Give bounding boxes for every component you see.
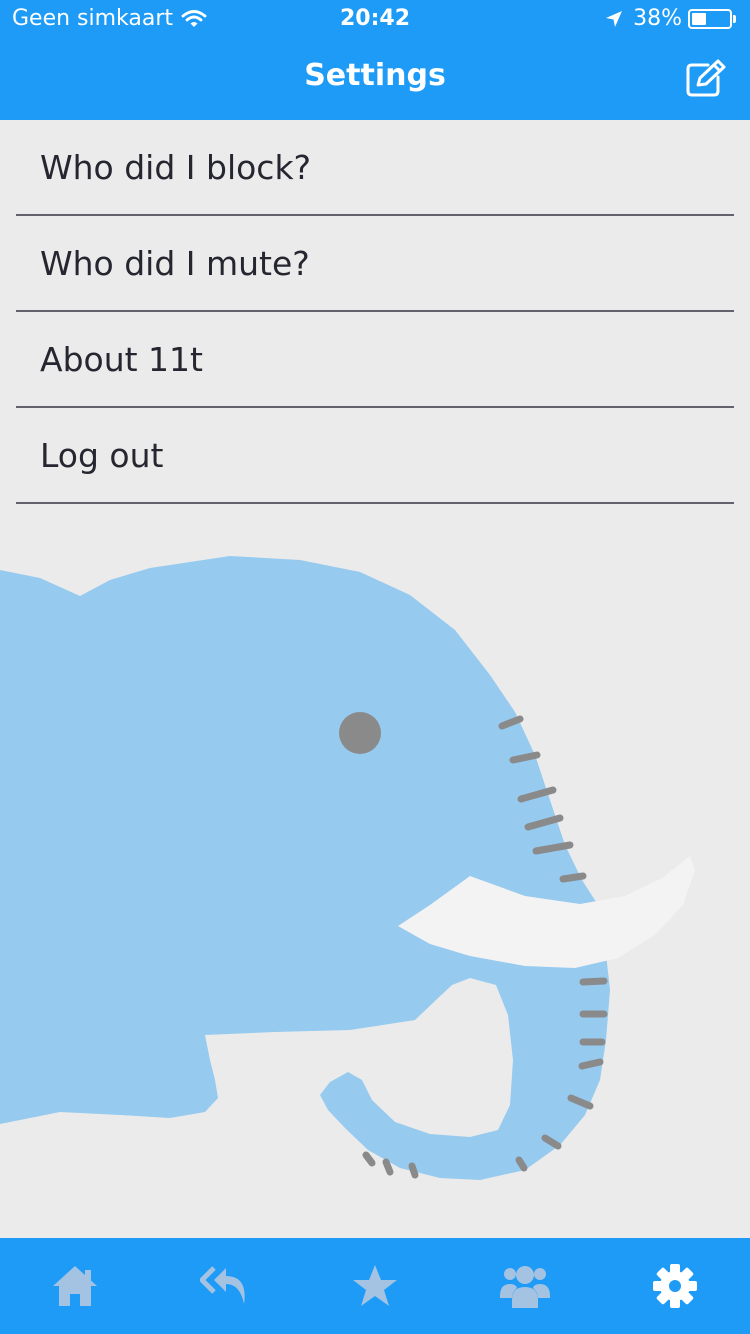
header: Geen simkaart 20:42 38% Settings	[0, 0, 750, 120]
tab-mentions[interactable]	[199, 1262, 250, 1310]
star-icon	[353, 1265, 397, 1306]
tab-bar	[0, 1238, 750, 1334]
menu-item-label: About 11t	[40, 340, 203, 379]
battery-icon	[688, 8, 732, 29]
status-bar: Geen simkaart 20:42 38%	[0, 0, 750, 40]
battery-fill	[692, 12, 706, 25]
menu-item-logout[interactable]: Log out	[16, 408, 734, 504]
elephant-illustration	[0, 556, 695, 1180]
settings-menu: Who did I block? Who did I mute? About 1…	[16, 120, 734, 504]
location-arrow-icon	[606, 10, 623, 27]
tab-home[interactable]	[50, 1262, 100, 1310]
tab-settings[interactable]	[650, 1262, 700, 1310]
elephant-eye	[339, 712, 381, 754]
menu-item-muted[interactable]: Who did I mute?	[16, 216, 734, 312]
menu-item-label: Who did I mute?	[40, 244, 310, 283]
menu-item-about[interactable]: About 11t	[16, 312, 734, 408]
home-icon	[53, 1266, 97, 1306]
compose-icon	[686, 59, 726, 97]
reply-all-icon	[199, 1266, 245, 1304]
menu-item-blocked[interactable]: Who did I block?	[16, 120, 734, 216]
menu-item-label: Log out	[40, 436, 164, 475]
battery-percent: 38%	[633, 6, 682, 31]
menu-item-label: Who did I block?	[40, 148, 312, 187]
elephant-body	[0, 556, 610, 1180]
users-icon	[500, 1266, 550, 1308]
tab-lists[interactable]	[500, 1262, 550, 1310]
compose-button[interactable]	[684, 59, 728, 99]
gear-icon	[653, 1264, 697, 1308]
tab-favorites[interactable]	[350, 1262, 400, 1310]
battery-nub	[733, 14, 736, 23]
page-title: Settings	[304, 58, 446, 93]
status-right: 38%	[605, 6, 736, 31]
